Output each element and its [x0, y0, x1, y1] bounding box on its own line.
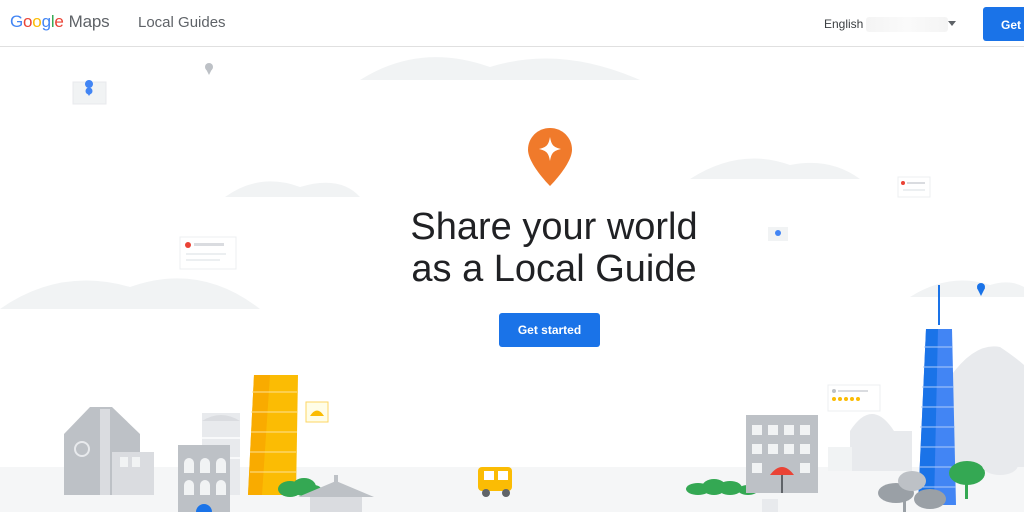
- rating-card: [827, 384, 881, 412]
- language-select-blur: [866, 17, 948, 32]
- get-started-button[interactable]: Get started: [499, 313, 600, 347]
- chevron-down-icon: [948, 21, 956, 26]
- floating-pin-gray: [205, 63, 213, 75]
- logo-letter: g: [41, 12, 51, 31]
- logo-letter: G: [10, 12, 24, 31]
- nav-local-guides-link[interactable]: Local Guides: [138, 14, 226, 31]
- floating-map-card-left: [72, 80, 107, 105]
- language-select[interactable]: English: [824, 17, 964, 35]
- building-arched: [178, 445, 230, 512]
- page-title: Share your world as a Local Guide: [362, 206, 746, 290]
- top-bar: Google Maps Local Guides English Get: [0, 0, 1024, 47]
- page-title-line: as a Local Guide: [411, 248, 697, 290]
- logo-letter: e: [54, 12, 64, 31]
- floating-review-card-right: [897, 176, 931, 198]
- house-left: [64, 407, 154, 495]
- mountain-right: [945, 346, 1024, 467]
- page-title-line: Share your world: [410, 206, 698, 248]
- header-get-started-button[interactable]: Get: [983, 7, 1024, 41]
- google-maps-logo[interactable]: Google Maps: [10, 12, 110, 32]
- food-card: [305, 401, 329, 423]
- local-guides-star-pin-icon: [528, 128, 572, 186]
- logo-product-name: Maps: [68, 12, 110, 31]
- logo-letter: o: [32, 12, 42, 31]
- floating-map-card-mid: [768, 227, 788, 241]
- building-yellow-tower: [248, 375, 298, 495]
- logo-letter: o: [23, 12, 33, 31]
- floating-review-card-left: [179, 236, 237, 270]
- trees-right: [982, 455, 1018, 475]
- building-dome: [828, 414, 912, 471]
- language-select-value: English: [824, 17, 864, 31]
